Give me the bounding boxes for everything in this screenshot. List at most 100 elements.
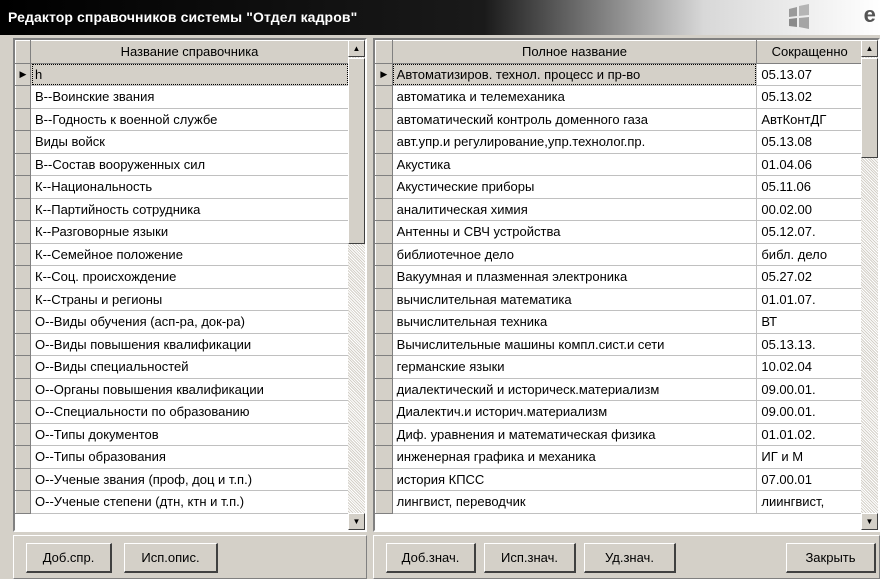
short-name-cell[interactable]: 05.11.06 [756, 175, 863, 199]
full-name-column-header[interactable]: Полное название [391, 40, 758, 64]
dictionary-list-row[interactable]: О--Ученые степени (дтн, ктн и т.п.) [15, 490, 349, 514]
value-row[interactable]: автоматический контроль доменного газа Ав… [375, 107, 863, 131]
short-name-cell[interactable]: 09.00.01. [756, 378, 863, 401]
row-indicator[interactable] [375, 220, 393, 244]
dictionary-list-row[interactable]: О--Ученые звания (проф, доц и т.п.) [15, 467, 349, 491]
add-value-button[interactable]: Доб.знач. [386, 543, 476, 573]
scroll-down-icon[interactable]: ▼ [348, 513, 365, 530]
row-indicator[interactable] [15, 355, 31, 379]
full-name-cell[interactable]: Антенны и СВЧ устройства [392, 220, 758, 244]
dictionary-list-row[interactable]: К--Разговорные языки [15, 220, 349, 244]
dictionary-list-grid[interactable]: Название справочника ▶ h В--Воинские звани… [13, 38, 367, 532]
row-indicator[interactable] [375, 332, 393, 356]
short-name-column-header[interactable]: Сокращенно [756, 40, 863, 64]
dictionary-list-row[interactable]: К--Семейное положение [15, 242, 349, 266]
current-row-indicator-icon[interactable]: ▶ [15, 62, 31, 86]
scroll-up-icon[interactable]: ▲ [348, 40, 365, 57]
full-name-cell[interactable]: инженерная графика и механика [392, 445, 758, 469]
full-name-cell[interactable]: Вычислительные машины компл.сист.и сети [392, 333, 758, 356]
row-indicator[interactable] [15, 220, 31, 244]
short-name-cell[interactable]: 05.13.08 [756, 130, 863, 154]
full-name-cell[interactable]: Акустические приборы [392, 175, 758, 199]
row-indicator[interactable] [15, 310, 31, 334]
dictionary-name-cell[interactable]: О--Типы образования [30, 445, 349, 469]
full-name-cell[interactable]: автоматика и телемеханика [392, 85, 758, 109]
short-name-cell[interactable]: 07.00.01 [756, 468, 863, 491]
dictionary-name-cell[interactable]: К--Семейное положение [30, 243, 349, 266]
row-indicator[interactable] [15, 152, 31, 176]
short-name-cell[interactable]: 01.01.07. [756, 288, 863, 311]
dictionary-list-row[interactable]: ▶ h [15, 62, 349, 86]
dictionary-list-row[interactable]: О--Виды повышения квалификации [15, 332, 349, 356]
short-name-cell[interactable]: 05.13.13. [756, 333, 863, 356]
row-indicator[interactable] [15, 467, 31, 491]
short-name-cell[interactable]: ВТ [756, 310, 863, 334]
full-name-cell[interactable]: Диф. уравнения и математическая физика [392, 423, 758, 446]
value-row[interactable]: германские языки 10.02.04 [375, 355, 863, 379]
row-indicator[interactable] [15, 242, 31, 266]
row-indicator[interactable] [375, 445, 393, 469]
full-name-cell[interactable]: вычислительная техника [392, 310, 758, 334]
dictionary-list-row[interactable]: О--Типы образования [15, 445, 349, 469]
full-name-cell[interactable]: Диалектич.и историч.материализм [392, 400, 758, 424]
value-row[interactable]: авт.упр.и регулирование,упр.технолог.пр.… [375, 130, 863, 154]
short-name-cell[interactable]: 05.12.07. [756, 220, 863, 244]
dictionary-name-cell[interactable]: В--Годность к военной службе [30, 108, 349, 131]
scroll-up-icon[interactable]: ▲ [861, 40, 878, 57]
row-indicator[interactable] [15, 107, 31, 131]
dictionary-name-cell[interactable]: К--Разговорные языки [30, 220, 349, 244]
short-name-cell[interactable]: 01.01.02. [756, 423, 863, 446]
row-indicator[interactable] [15, 175, 31, 199]
dictionary-list-row[interactable]: К--Национальность [15, 175, 349, 199]
row-indicator[interactable] [375, 265, 393, 289]
dictionary-name-column-header[interactable]: Название справочника [30, 40, 349, 64]
dictionary-list-row[interactable]: В--Состав вооруженных сил [15, 152, 349, 176]
full-name-cell[interactable]: вычислительная математика [392, 288, 758, 311]
full-name-cell[interactable]: диалектический и историческ.материализм [392, 378, 758, 401]
value-row[interactable]: лингвист, переводчик лиингвист, [375, 490, 863, 514]
dictionary-list-row[interactable]: О--Виды специальностей [15, 355, 349, 379]
short-name-cell[interactable]: 10.02.04 [756, 355, 863, 379]
dictionary-list-row[interactable]: В--Воинские звания [15, 85, 349, 109]
row-indicator[interactable] [375, 287, 393, 311]
value-row[interactable]: Акустические приборы 05.11.06 [375, 175, 863, 199]
full-name-cell[interactable]: лингвист, переводчик [392, 490, 758, 514]
value-row[interactable]: Вакуумная и плазменная электроника 05.27.… [375, 265, 863, 289]
short-name-cell[interactable]: лиингвист, [756, 490, 863, 514]
full-name-cell[interactable]: авт.упр.и регулирование,упр.технолог.пр. [392, 130, 758, 154]
full-name-cell[interactable]: германские языки [392, 355, 758, 379]
dictionary-name-cell[interactable]: О--Типы документов [30, 423, 349, 446]
dictionary-list-row[interactable]: К--Партийность сотрудника [15, 197, 349, 221]
dictionary-name-cell[interactable]: О--Органы повышения квалификации [30, 378, 349, 401]
full-name-cell[interactable]: история КПСС [392, 468, 758, 491]
row-indicator[interactable] [375, 242, 393, 266]
value-row[interactable]: вычислительная математика 01.01.07. [375, 287, 863, 311]
dictionary-name-cell[interactable]: О--Виды повышения квалификации [30, 333, 349, 356]
window-titlebar[interactable]: Редактор справочников системы "Отдел кад… [0, 0, 880, 35]
value-row[interactable]: вычислительная техника ВТ [375, 310, 863, 334]
short-name-cell[interactable]: 05.13.02 [756, 85, 863, 109]
dictionary-name-cell[interactable]: К--Партийность сотрудника [30, 198, 349, 221]
full-name-cell[interactable]: Акустика [392, 153, 758, 176]
dictionary-name-cell[interactable]: О--Ученые степени (дтн, ктн и т.п.) [30, 490, 349, 514]
dictionary-name-cell[interactable]: О--Виды специальностей [30, 355, 349, 379]
row-indicator[interactable] [15, 422, 31, 446]
value-row[interactable]: инженерная графика и механика ИГ и М [375, 445, 863, 469]
dictionary-name-cell[interactable]: В--Воинские звания [30, 85, 349, 109]
short-name-cell[interactable]: АвтКонтДГ [756, 108, 863, 131]
row-indicator[interactable] [375, 490, 393, 514]
scroll-thumb[interactable] [348, 58, 365, 244]
short-name-cell[interactable]: 05.27.02 [756, 265, 863, 289]
values-scrollbar[interactable]: ▲ ▼ [861, 40, 878, 530]
dictionary-name-cell[interactable]: К--Соц. происхождение [30, 265, 349, 289]
dictionary-name-cell[interactable]: О--Виды обучения (асп-ра, док-ра) [30, 310, 349, 334]
full-name-cell[interactable]: Автоматизиров. технол. процесс и пр-во [392, 63, 758, 86]
dictionary-name-cell[interactable]: К--Национальность [30, 175, 349, 199]
row-indicator[interactable] [375, 152, 393, 176]
full-name-cell[interactable]: библиотечное дело [392, 243, 758, 266]
dictionary-list-row[interactable]: О--Специальности по образованию [15, 400, 349, 424]
row-indicator[interactable] [375, 467, 393, 491]
value-row[interactable]: автоматика и телемеханика 05.13.02 [375, 85, 863, 109]
row-indicator[interactable] [375, 107, 393, 131]
dictionary-name-cell[interactable]: О--Ученые звания (проф, доц и т.п.) [30, 468, 349, 491]
